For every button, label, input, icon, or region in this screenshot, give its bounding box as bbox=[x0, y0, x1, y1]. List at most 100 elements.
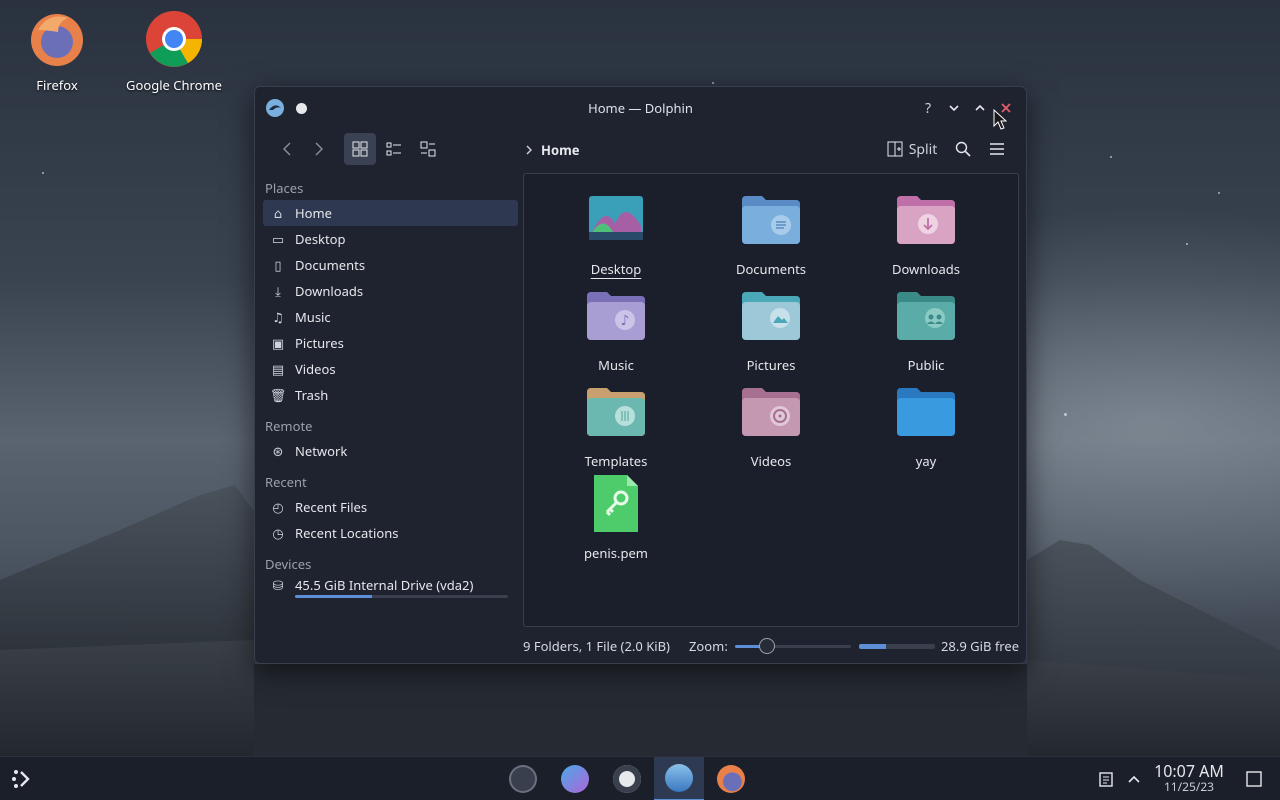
zoom-label: Zoom: bbox=[689, 637, 728, 655]
file-item-downloads[interactable]: Downloads bbox=[856, 194, 996, 278]
file-item-yay[interactable]: yay bbox=[856, 386, 996, 470]
sidebar-item-label: Trash bbox=[295, 386, 329, 404]
task-konsole[interactable] bbox=[602, 757, 652, 800]
file-item-templates[interactable]: Templates bbox=[546, 386, 686, 470]
svg-text:♪: ♪ bbox=[621, 311, 630, 330]
file-item-documents[interactable]: Documents bbox=[701, 194, 841, 278]
sidebar-item-label: Desktop bbox=[295, 230, 346, 248]
show-desktop-icon bbox=[1246, 771, 1262, 787]
clipboard-button[interactable] bbox=[1092, 757, 1120, 800]
chrome-icon bbox=[146, 11, 202, 67]
sidebar-item-label: Downloads bbox=[295, 282, 364, 300]
terminal-icon bbox=[613, 765, 641, 793]
videos-folder-icon bbox=[742, 388, 800, 436]
file-item-pem[interactable]: penis.pem bbox=[546, 474, 686, 562]
details-view-button[interactable] bbox=[412, 133, 444, 165]
downloads-folder-icon bbox=[897, 196, 955, 244]
file-item-desktop[interactable]: Desktop bbox=[546, 194, 686, 278]
back-button[interactable] bbox=[273, 133, 301, 165]
maximize-button[interactable] bbox=[970, 98, 990, 118]
section-title-places: Places bbox=[265, 179, 304, 197]
file-item-music[interactable]: ♪ Music bbox=[546, 290, 686, 374]
section-title-recent: Recent bbox=[265, 473, 307, 491]
file-item-videos[interactable]: Videos bbox=[701, 386, 841, 470]
chevron-down-icon bbox=[949, 105, 959, 112]
discover-shop-icon bbox=[561, 765, 589, 793]
desktop-icon-firefox[interactable]: Firefox bbox=[2, 0, 112, 94]
settings-app-icon bbox=[509, 765, 537, 793]
sidebar-item-recent-files[interactable]: ◴ Recent Files bbox=[263, 494, 518, 520]
search-icon bbox=[955, 141, 971, 157]
search-button[interactable] bbox=[949, 133, 977, 165]
sidebar-item-label: Home bbox=[295, 204, 332, 222]
file-view[interactable]: Desktop Documents Downloads ♪ Music Pict… bbox=[523, 173, 1019, 627]
sidebar-item-trash[interactable]: 🗑 Trash bbox=[263, 382, 518, 408]
sidebar-item-documents[interactable]: ▯ Documents bbox=[263, 252, 518, 278]
help-button[interactable]: ? bbox=[918, 98, 938, 118]
document-icon: ▯ bbox=[274, 256, 282, 274]
taskbar: 10:07 AM 11/25/23 bbox=[0, 756, 1280, 800]
sidebar-item-label: Music bbox=[295, 308, 331, 326]
firefox-icon bbox=[717, 765, 745, 793]
breadcrumb[interactable]: Home bbox=[525, 141, 580, 159]
task-dolphin[interactable] bbox=[654, 757, 704, 800]
file-item-pictures[interactable]: Pictures bbox=[701, 290, 841, 374]
network-icon: ⊛ bbox=[272, 442, 284, 460]
sidebar-item-home[interactable]: ⌂ Home bbox=[263, 200, 518, 226]
desktop-icon-label: Firefox bbox=[36, 76, 78, 94]
menu-button[interactable] bbox=[983, 133, 1011, 165]
sidebar-item-music[interactable]: ♫ Music bbox=[263, 304, 518, 330]
sidebar-item-downloads[interactable]: ⤓ Downloads bbox=[263, 278, 518, 304]
public-folder-icon bbox=[897, 292, 955, 340]
file-item-label: Desktop bbox=[590, 260, 642, 278]
drive-usage-fill bbox=[295, 595, 372, 598]
free-space-fill bbox=[859, 643, 887, 649]
title-bar[interactable]: Home — Dolphin ? bbox=[255, 87, 1026, 129]
details-view-icon bbox=[420, 141, 436, 157]
sidebar-item-pictures[interactable]: ▣ Pictures bbox=[263, 330, 518, 356]
folder-icon bbox=[897, 388, 955, 436]
home-icon: ⌂ bbox=[273, 204, 283, 222]
templates-folder-icon bbox=[587, 388, 645, 436]
zoom-slider-handle[interactable] bbox=[759, 638, 776, 654]
clipboard-icon bbox=[1099, 772, 1113, 787]
sidebar-item-network[interactable]: ⊛ Network bbox=[263, 438, 518, 464]
places-panel: Places ⌂ Home ▭ Desktop ▯ Documents ⤓ Downlo… bbox=[255, 175, 520, 663]
breadcrumb-home[interactable]: Home bbox=[541, 141, 580, 159]
sidebar-item-label: Recent Files bbox=[295, 498, 368, 516]
file-item-label: Downloads bbox=[891, 260, 961, 278]
sidebar-item-internal-drive[interactable]: ⛁ 45.5 GiB Internal Drive (vda2) bbox=[263, 574, 518, 604]
drive-icon: ⛁ bbox=[272, 576, 284, 594]
minimize-button[interactable] bbox=[944, 98, 964, 118]
split-button[interactable]: Split bbox=[882, 133, 942, 165]
icons-view-button[interactable] bbox=[344, 133, 376, 165]
task-firefox[interactable] bbox=[706, 757, 756, 800]
desktop-icon-chrome[interactable]: Google Chrome bbox=[119, 0, 229, 94]
zoom-slider[interactable] bbox=[735, 638, 851, 654]
sidebar-item-desktop[interactable]: ▭ Desktop bbox=[263, 226, 518, 252]
task-discover[interactable] bbox=[550, 757, 600, 800]
picture-icon: ▣ bbox=[271, 334, 285, 352]
file-item-public[interactable]: Public bbox=[856, 290, 996, 374]
split-view-icon bbox=[887, 141, 903, 157]
chevron-up-icon bbox=[975, 104, 985, 111]
show-desktop-button[interactable] bbox=[1238, 757, 1270, 800]
compact-view-button[interactable] bbox=[378, 133, 410, 165]
forward-button[interactable] bbox=[305, 133, 333, 165]
dolphin-window: Home — Dolphin ? Home Split Places ⌂ Hom… bbox=[254, 86, 1027, 664]
dolphin-app-icon bbox=[665, 764, 693, 792]
clock[interactable]: 10:07 AM 11/25/23 bbox=[1150, 763, 1228, 793]
section-title-remote: Remote bbox=[265, 417, 313, 435]
launcher-icon bbox=[12, 770, 30, 788]
desktop-icon-label: Google Chrome bbox=[126, 76, 222, 94]
system-tray-expand-button[interactable] bbox=[1120, 757, 1148, 800]
file-item-label: Templates bbox=[584, 452, 648, 470]
sidebar-item-recent-locations[interactable]: ◷ Recent Locations bbox=[263, 520, 518, 546]
help-icon: ? bbox=[924, 98, 932, 118]
application-launcher-button[interactable] bbox=[0, 757, 44, 800]
task-system-settings[interactable] bbox=[498, 757, 548, 800]
file-item-label: Music bbox=[598, 356, 634, 374]
sidebar-item-videos[interactable]: ▤ Videos bbox=[263, 356, 518, 382]
file-item-label: Public bbox=[907, 356, 945, 374]
drive-usage-bar bbox=[295, 595, 508, 598]
